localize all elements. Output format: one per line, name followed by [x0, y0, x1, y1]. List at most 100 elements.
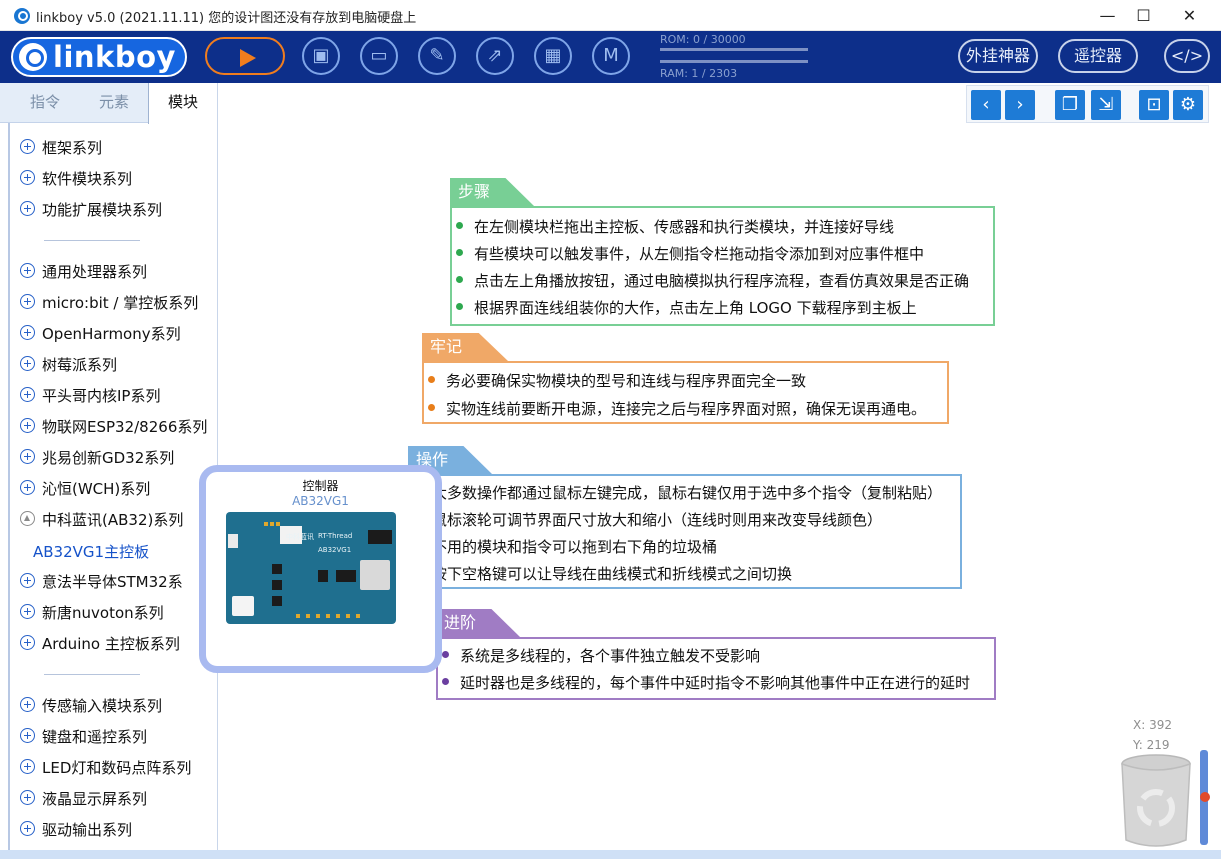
play-button[interactable] [205, 37, 285, 75]
board-pin [336, 614, 340, 618]
board-pin [276, 522, 280, 526]
steps-item: 有些模块可以触发事件，从左侧指令栏拖动指令添加到对应事件框中 [456, 243, 924, 264]
copy-icon[interactable]: ❐ [1055, 90, 1085, 120]
expand-icon [20, 573, 35, 588]
remember-item: 务必要确保实物模块的型号和连线与程序界面完全一致 [428, 370, 806, 391]
save-icon[interactable]: ▣ [302, 37, 340, 75]
popup-subtitle: AB32VG1 [292, 494, 349, 508]
folder-icon[interactable]: ▭ [360, 37, 398, 75]
board-image[interactable]: 中科蓝讯 RT-Thread AB32VG1 [226, 512, 396, 624]
bullet-dot [442, 651, 449, 658]
expand-icon [20, 604, 35, 619]
expand-icon [20, 821, 35, 836]
popup-title: 控制器 [302, 479, 339, 493]
advanced-item: 系统是多线程的，各个事件独立触发不受影响 [442, 645, 760, 666]
trash-icon[interactable] [1120, 754, 1192, 850]
expand-icon [20, 697, 35, 712]
board-pin [296, 614, 300, 618]
module-item-ab32vg1[interactable]: AB32VG1主控板 [21, 538, 181, 564]
expand-icon [20, 170, 35, 185]
separator [44, 240, 140, 241]
settings-icon[interactable]: ⚙ [1173, 90, 1203, 120]
plugin-button[interactable]: 外挂神器 [958, 39, 1038, 73]
separator [44, 674, 140, 675]
window-title: linkboy v5.0 (2021.11.11) 您的设计图还没有存放到电脑硬… [36, 11, 417, 26]
close-button[interactable]: ✕ [1167, 0, 1212, 31]
maximize-button[interactable]: ☐ [1121, 0, 1166, 31]
bullet-dot [456, 249, 463, 256]
back-icon[interactable]: ‹ [971, 90, 1001, 120]
remember-title: 牢记 [422, 333, 508, 361]
m-icon[interactable]: M [592, 37, 630, 75]
steps-item: 点击左上角播放按钮，通过电脑模拟执行程序流程，查看仿真效果是否正确 [456, 270, 969, 291]
board-label: RT-Thread [318, 532, 353, 540]
ram-usage: RAM: 1 / 2303 [660, 67, 738, 80]
remember-item: 实物连线前要断开电源，连接完之后与程序界面对照，确保无误再通电。 [428, 398, 926, 419]
scrollbar-thumb[interactable] [1200, 792, 1210, 802]
bullet-dot [456, 276, 463, 283]
operation-item: 按下空格键可以让导线在曲线模式和折线模式之间切换 [414, 563, 792, 584]
board-pin [264, 522, 268, 526]
expand-icon [20, 294, 35, 309]
brand-label: linkboy [53, 40, 176, 74]
board-button [228, 534, 238, 548]
board-sdcard-slot [360, 560, 390, 590]
expand-icon [20, 263, 35, 278]
expand-icon [20, 387, 35, 402]
board-usb-port [232, 596, 254, 616]
forward-icon[interactable]: › [1005, 90, 1035, 120]
expand-icon [20, 480, 35, 495]
remember-box: 务必要确保实物模块的型号和连线与程序界面完全一致 实物连线前要断开电源，连接完之… [422, 361, 949, 424]
board-switch [272, 596, 282, 606]
tab-elements[interactable]: 元素 [80, 83, 148, 123]
panel-tabs: 指令 元素 模块 [0, 83, 218, 124]
expand-icon [20, 139, 35, 154]
expand-icon [20, 790, 35, 805]
steps-title: 步骤 [450, 178, 534, 206]
module-tree: 框架系列 软件模块系列 功能扩展模块系列 通用处理器系列 micro:bit /… [8, 123, 218, 859]
tab-modules[interactable]: 模块 [148, 83, 218, 124]
bullet-dot [442, 678, 449, 685]
fit-icon[interactable]: ⊡ [1139, 90, 1169, 120]
export-icon[interactable]: ⇗ [476, 37, 514, 75]
tab-instructions[interactable]: 指令 [10, 83, 80, 123]
expand-icon [20, 635, 35, 650]
bullet-dot [428, 376, 435, 383]
rom-usage: ROM: 0 / 30000 [660, 33, 746, 46]
import-icon[interactable]: ⇲ [1091, 90, 1121, 120]
board-pin [356, 614, 360, 618]
expand-icon [20, 325, 35, 340]
board-pin [306, 614, 310, 618]
cursor-y: Y: 219 [1133, 738, 1170, 752]
steps-item: 在左侧模块栏拖出主控板、传感器和执行类模块，并连接好导线 [456, 216, 894, 237]
advanced-item: 延时器也是多线程的，每个事件中延时指令不影响其他事件中正在进行的延时 [442, 672, 970, 693]
expand-icon [20, 759, 35, 774]
board-switch [272, 580, 282, 590]
edit-icon[interactable]: ✎ [418, 37, 456, 75]
steps-box: 在左侧模块栏拖出主控板、传感器和执行类模块，并连接好导线 有些模块可以触发事件，… [450, 206, 995, 326]
code-button[interactable]: </> [1164, 39, 1210, 73]
expand-icon [20, 728, 35, 743]
title-bar: linkboy v5.0 (2021.11.11) 您的设计图还没有存放到电脑硬… [0, 0, 1221, 31]
window-bottom-border [0, 850, 1221, 859]
rom-bar [660, 48, 808, 51]
grid-icon[interactable]: ▦ [534, 37, 572, 75]
board-switch [336, 570, 346, 582]
board-switch [318, 570, 328, 582]
ram-bar [660, 60, 808, 63]
operation-item: 大多数操作都通过鼠标左键完成，鼠标右键仅用于选中多个指令（复制粘贴） [414, 482, 942, 503]
board-label: AB32VG1 [318, 546, 352, 554]
advanced-box: 系统是多线程的，各个事件独立触发不受影响 延时器也是多线程的，每个事件中延时指令… [436, 637, 996, 700]
module-preview-popup: 控制器 AB32VG1 中科蓝讯 RT-Thread AB32VG1 [199, 465, 442, 673]
board-connector [368, 530, 392, 544]
board-pin [326, 614, 330, 618]
expand-icon [20, 449, 35, 464]
left-panel: 指令 元素 模块 框架系列 软件模块系列 功能扩展模块系列 通用处理器系列 mi… [0, 83, 218, 859]
linkboy-logo-button[interactable]: linkboy [11, 37, 187, 77]
collapse-icon [20, 511, 35, 526]
remote-button[interactable]: 遥控器 [1058, 39, 1138, 73]
board-label: 中科蓝讯 [286, 533, 314, 541]
expand-icon [20, 201, 35, 216]
bullet-dot [456, 303, 463, 310]
operation-item: 不用的模块和指令可以拖到右下角的垃圾桶 [414, 536, 717, 557]
